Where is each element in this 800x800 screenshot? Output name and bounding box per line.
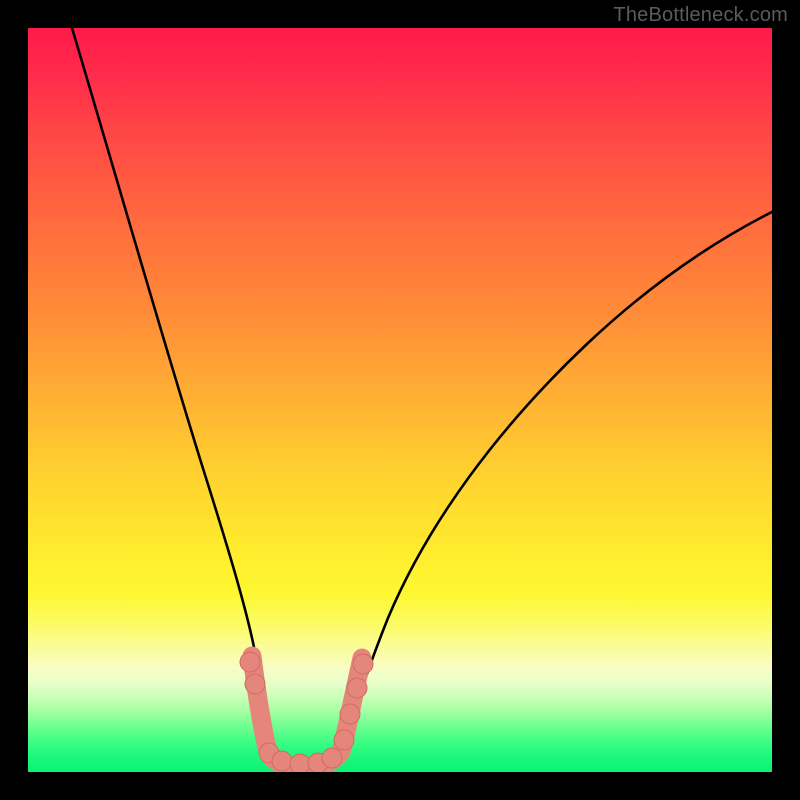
marker-dot: [347, 678, 367, 698]
marker-dot: [353, 654, 373, 674]
curve-left-branch: [69, 28, 269, 760]
watermark-text: TheBottleneck.com: [613, 4, 788, 27]
marker-dot: [245, 674, 265, 694]
marker-dot: [340, 704, 360, 724]
chart-frame: TheBottleneck.com: [0, 0, 800, 800]
marker-dot: [322, 748, 342, 768]
marker-dot: [334, 730, 354, 750]
marker-dot: [272, 751, 292, 771]
marker-dot: [240, 652, 260, 672]
marker-dot: [290, 754, 310, 772]
curve-layer: [28, 28, 772, 772]
plot-area: [28, 28, 772, 772]
curve-right-branch: [340, 204, 772, 760]
